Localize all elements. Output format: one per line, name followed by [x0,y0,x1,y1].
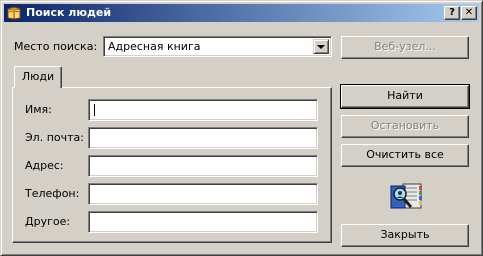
find-button[interactable]: Найти [340,84,470,109]
email-label: Эл. почта: [25,131,84,144]
text-caret [94,104,95,116]
name-field[interactable] [88,99,318,121]
search-location-value: Адресная книга [108,40,201,53]
address-book-icon [7,6,21,20]
email-field[interactable] [88,127,318,149]
address-label: Адрес: [25,159,64,172]
phone-field[interactable] [88,183,318,205]
help-button[interactable]: ? [444,6,460,20]
search-location-label: Место поиска: [14,40,98,53]
chevron-down-icon[interactable] [313,39,329,54]
website-button[interactable]: Веб-узел... [341,36,469,59]
window-title: Поиск людей [26,6,112,19]
other-field[interactable] [88,211,318,233]
other-label: Другое: [25,215,71,228]
close-button[interactable]: Закрыть [341,224,469,247]
stop-button[interactable]: Остановить [341,115,469,138]
name-label: Имя: [25,103,52,116]
phone-label: Телефон: [25,187,80,200]
people-search-book-icon [390,183,422,209]
clear-all-button[interactable]: Очистить все [341,144,469,167]
tab-people-label: Люди [21,70,55,83]
tab-people[interactable]: Люди [14,66,62,88]
address-field[interactable] [88,155,318,177]
find-people-dialog: Поиск людей ? ✕ Место поиска: Адресная к… [0,0,483,256]
close-window-button[interactable]: ✕ [461,6,477,20]
title-bar[interactable]: Поиск людей ? ✕ [4,4,479,22]
search-location-select[interactable]: Адресная книга [103,36,332,57]
